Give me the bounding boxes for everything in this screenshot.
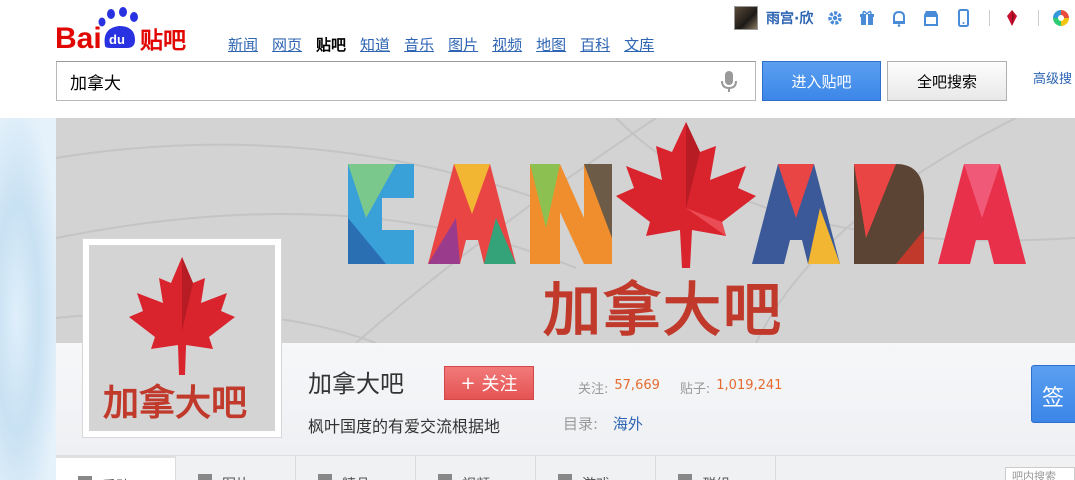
posts-label: 贴子: bbox=[679, 382, 711, 397]
nav-map[interactable]: 地图 bbox=[536, 34, 566, 55]
user-avatar[interactable] bbox=[734, 6, 758, 30]
nav-baike[interactable]: 百科 bbox=[580, 34, 610, 55]
tab-label: 精品 bbox=[342, 474, 370, 480]
group-icon bbox=[678, 474, 692, 480]
sign-in-button[interactable]: 签 bbox=[1031, 365, 1075, 423]
logo-du: du bbox=[109, 32, 125, 47]
tab-label: 图片 bbox=[222, 474, 250, 480]
posts-count: 1,019,241 bbox=[716, 378, 783, 393]
follow-label: 关注 bbox=[481, 374, 518, 395]
settings-gear-icon[interactable] bbox=[825, 8, 845, 28]
tab-label: 视频 bbox=[462, 474, 490, 480]
forum-category: 目录: 海外 bbox=[563, 413, 643, 434]
store-icon[interactable] bbox=[921, 8, 941, 28]
microphone-icon[interactable] bbox=[721, 71, 737, 93]
search-all-forums-button[interactable]: 全吧搜索 bbox=[887, 61, 1007, 101]
advanced-search-link[interactable]: 高级搜 bbox=[1033, 68, 1072, 87]
nav-images[interactable]: 图片 bbox=[448, 34, 478, 55]
video-icon bbox=[438, 474, 452, 480]
image-icon bbox=[198, 474, 212, 480]
follows-count: 57,669 bbox=[614, 378, 660, 393]
logo-bai: Bai bbox=[55, 22, 102, 54]
user-name[interactable]: 雨宫·欣 bbox=[766, 8, 813, 28]
enter-forum-button[interactable]: 进入贴吧 bbox=[762, 61, 881, 101]
plus-icon: + bbox=[460, 372, 476, 394]
divider bbox=[1038, 10, 1040, 26]
mobile-phone-icon[interactable] bbox=[953, 8, 973, 28]
notification-bell-icon[interactable] bbox=[889, 8, 909, 28]
forum-tabs: 看贴 图片 精品 视频 游戏 群组 bbox=[56, 456, 1075, 480]
top-nav: 新闻 网页 贴吧 知道 音乐 图片 视频 地图 百科 文库 bbox=[228, 34, 654, 55]
forum-search-input[interactable]: 吧内搜索 bbox=[1005, 467, 1075, 480]
avatar-text: 加拿大吧 bbox=[103, 382, 247, 424]
nav-news[interactable]: 新闻 bbox=[228, 34, 258, 55]
nav-wenku[interactable]: 文库 bbox=[624, 34, 654, 55]
category-label: 目录: bbox=[563, 415, 599, 433]
nav-zhidao[interactable]: 知道 bbox=[360, 34, 390, 55]
maple-leaf-icon bbox=[616, 122, 756, 268]
banner-subtitle: 加拿大吧 bbox=[543, 276, 783, 343]
tab-label: 游戏 bbox=[582, 474, 610, 480]
red-gem-icon[interactable] bbox=[1002, 8, 1022, 28]
tab-games[interactable]: 游戏 bbox=[536, 456, 656, 480]
nav-video[interactable]: 视频 bbox=[492, 34, 522, 55]
nav-music[interactable]: 音乐 bbox=[404, 34, 434, 55]
nav-web[interactable]: 网页 bbox=[272, 34, 302, 55]
forum-slogan: 枫叶国度的有爱交流根据地 bbox=[308, 417, 501, 436]
forum-avatar[interactable]: 加拿大吧 bbox=[82, 238, 282, 438]
forum-avatar-art: 加拿大吧 bbox=[103, 257, 247, 424]
tab-posts[interactable]: 看贴 bbox=[56, 456, 176, 480]
search-input[interactable] bbox=[57, 62, 697, 100]
canada-lettering bbox=[348, 122, 1026, 268]
baidu-tieba-logo[interactable]: Bai du 贴吧 bbox=[55, 6, 205, 54]
tab-label: 看贴 bbox=[102, 476, 130, 480]
divider bbox=[989, 10, 991, 26]
tab-label: 群组 bbox=[702, 474, 730, 480]
tab-groups[interactable]: 群组 bbox=[656, 456, 776, 480]
category-link[interactable]: 海外 bbox=[613, 415, 643, 433]
star-icon bbox=[318, 474, 332, 480]
user-bar: 雨宫·欣 bbox=[734, 4, 1071, 32]
document-icon bbox=[78, 476, 92, 480]
tab-images[interactable]: 图片 bbox=[176, 456, 296, 480]
page-background bbox=[0, 118, 56, 480]
nav-tieba[interactable]: 贴吧 bbox=[316, 34, 346, 55]
tab-featured[interactable]: 精品 bbox=[296, 456, 416, 480]
forum-name: 加拿大吧 bbox=[308, 370, 404, 398]
colorful-app-icon[interactable] bbox=[1051, 8, 1071, 28]
maple-leaf-icon bbox=[129, 257, 235, 375]
follows-label: 关注: bbox=[578, 382, 609, 397]
search-box bbox=[56, 61, 756, 101]
logo-tieba: 贴吧 bbox=[140, 28, 186, 54]
forum-stats: 关注: 57,669 贴子: 1,019,241 bbox=[578, 378, 796, 397]
tab-video[interactable]: 视频 bbox=[416, 456, 536, 480]
game-icon bbox=[558, 474, 572, 480]
gift-icon[interactable] bbox=[857, 8, 877, 28]
follow-button[interactable]: + 关注 bbox=[444, 366, 534, 400]
